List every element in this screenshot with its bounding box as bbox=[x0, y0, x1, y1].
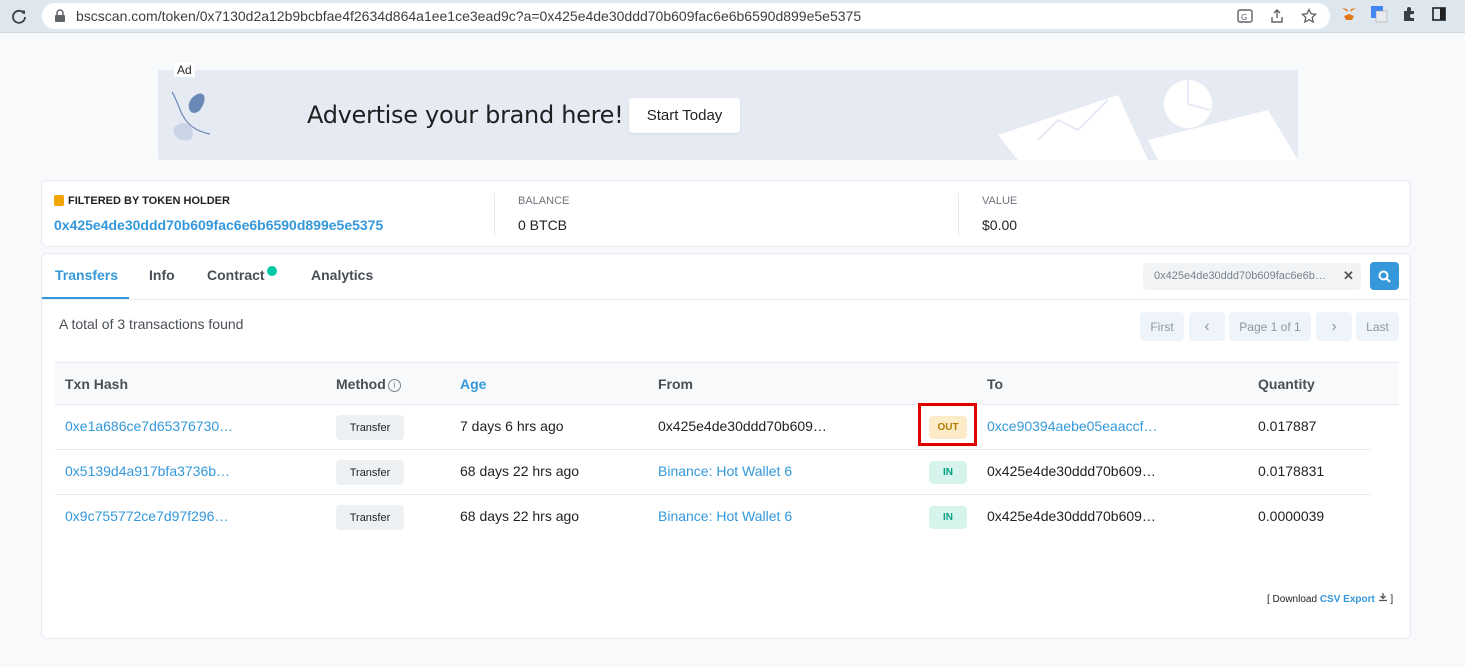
age-cell: 7 days 6 hrs ago bbox=[460, 418, 564, 434]
csv-suffix: ] bbox=[1390, 594, 1394, 605]
txn-hash-link[interactable]: 0x9c755772ce7d97f296… bbox=[65, 508, 228, 524]
csv-download: [ Download CSV Export ] bbox=[1267, 592, 1393, 605]
to-address-link[interactable]: 0xce90394aebe05eaaccf… bbox=[987, 418, 1157, 434]
quantity-cell: 0.0178831 bbox=[1258, 463, 1325, 479]
tab-bar: Transfers Info Contract Analytics 0x425e… bbox=[42, 254, 1410, 300]
method-badge: Transfer bbox=[336, 460, 404, 485]
from-address[interactable]: 0x425e4de30ddd70b609… bbox=[658, 418, 827, 434]
balance-label: BALANCE bbox=[518, 195, 570, 207]
tab-contract[interactable]: Contract bbox=[207, 266, 277, 283]
from-address-link[interactable]: Binance: Hot Wallet 6 bbox=[658, 508, 792, 524]
method-badge: Transfer bbox=[336, 505, 404, 530]
address-bar[interactable]: bscscan.com/token/0x7130d2a12b9bcbfae4f2… bbox=[42, 3, 1330, 29]
value-label: VALUE bbox=[982, 195, 1018, 207]
value-amount: $0.00 bbox=[982, 217, 1018, 233]
token-holder-summary: FILTERED BY TOKEN HOLDER 0x425e4de30ddd7… bbox=[41, 180, 1411, 247]
tab-contract-label: Contract bbox=[207, 267, 265, 283]
holder-address-link[interactable]: 0x425e4de30ddd70b609fac6e6b6590d899e5e53… bbox=[54, 217, 383, 233]
tab-transfers[interactable]: Transfers bbox=[55, 267, 118, 283]
start-today-button[interactable]: Start Today bbox=[629, 98, 740, 133]
download-icon bbox=[1378, 593, 1388, 605]
from-address-link[interactable]: Binance: Hot Wallet 6 bbox=[658, 463, 792, 479]
search-input-value: 0x425e4de30ddd70b609fac6e6b6590d899e5e53… bbox=[1154, 270, 1329, 282]
header-age[interactable]: Age bbox=[460, 376, 486, 392]
transfers-card: Transfers Info Contract Analytics 0x425e… bbox=[41, 253, 1411, 639]
table-row: 0xe1a686ce7d65376730… Transfer 7 days 6 … bbox=[55, 405, 1371, 450]
ad-headline: Advertise your brand here! bbox=[307, 101, 624, 129]
txn-hash-link[interactable]: 0x5139d4a917bfa3736b… bbox=[65, 463, 230, 479]
age-cell: 68 days 22 hrs ago bbox=[460, 463, 580, 479]
divider bbox=[494, 193, 495, 236]
filtered-by-label: FILTERED BY TOKEN HOLDER bbox=[68, 195, 230, 207]
pager-first-button[interactable]: First bbox=[1140, 312, 1184, 341]
extensions-puzzle-icon[interactable] bbox=[1400, 5, 1418, 23]
highlight-annotation-box bbox=[918, 403, 977, 446]
chart-illustration-icon bbox=[998, 80, 1298, 160]
translate-extension-icon[interactable] bbox=[1370, 5, 1388, 23]
age-cell: 68 days 22 hrs ago bbox=[460, 508, 580, 524]
leaf-decoration-icon bbox=[171, 91, 211, 141]
url-text: bscscan.com/token/0x7130d2a12b9bcbfae4f2… bbox=[76, 8, 862, 24]
header-from: From bbox=[658, 376, 693, 392]
to-address[interactable]: 0x425e4de30ddd70b609… bbox=[987, 508, 1156, 524]
search-icon bbox=[1378, 270, 1391, 283]
divider bbox=[958, 193, 959, 236]
header-method-label: Method bbox=[336, 376, 386, 392]
lock-icon bbox=[54, 9, 68, 23]
active-tab-indicator bbox=[42, 297, 129, 299]
quantity-cell: 0.0000039 bbox=[1258, 508, 1325, 524]
pager-prev-button[interactable]: ‹ bbox=[1189, 312, 1225, 341]
info-icon[interactable]: i bbox=[387, 378, 401, 392]
csv-export-link[interactable]: CSV Export bbox=[1320, 594, 1375, 605]
share-icon[interactable] bbox=[1268, 7, 1286, 25]
browser-toolbar: bscscan.com/token/0x7130d2a12b9bcbfae4f2… bbox=[0, 0, 1465, 33]
header-method: Method i bbox=[336, 376, 401, 392]
tab-analytics[interactable]: Analytics bbox=[311, 267, 373, 283]
pager-next-button[interactable]: › bbox=[1316, 312, 1352, 341]
to-address[interactable]: 0x425e4de30ddd70b609… bbox=[987, 463, 1156, 479]
balance-value: 0 BTCB bbox=[518, 217, 568, 233]
table-row: 0x9c755772ce7d97f296… Transfer 68 days 2… bbox=[55, 495, 1371, 540]
table-header: Txn Hash Method i Age From To Quantity bbox=[55, 362, 1399, 405]
table-row: 0x5139d4a917bfa3736b… Transfer 68 days 2… bbox=[55, 450, 1371, 495]
tab-info[interactable]: Info bbox=[149, 267, 175, 283]
direction-badge-in: IN bbox=[929, 506, 967, 529]
total-transactions-text: A total of 3 transactions found bbox=[59, 316, 244, 332]
svg-text:G: G bbox=[1241, 13, 1247, 22]
pager-page-indicator: Page 1 of 1 bbox=[1229, 312, 1311, 341]
reload-icon[interactable] bbox=[8, 6, 30, 28]
side-panel-icon[interactable] bbox=[1430, 5, 1448, 23]
header-quantity: Quantity bbox=[1258, 376, 1315, 392]
method-badge: Transfer bbox=[336, 415, 404, 440]
quantity-cell: 0.017887 bbox=[1258, 418, 1317, 434]
ad-badge: Ad bbox=[174, 63, 195, 77]
pager-last-button[interactable]: Last bbox=[1356, 312, 1399, 341]
clear-icon[interactable]: ✕ bbox=[1343, 268, 1354, 284]
header-to: To bbox=[987, 376, 1004, 392]
verified-check-icon bbox=[266, 266, 277, 276]
csv-prefix: [ Download bbox=[1267, 594, 1318, 605]
metamask-extension-icon[interactable] bbox=[1340, 5, 1358, 23]
txn-hash-link[interactable]: 0xe1a686ce7d65376730… bbox=[65, 418, 233, 434]
address-search-input[interactable]: 0x425e4de30ddd70b609fac6e6b6590d899e5e53… bbox=[1143, 263, 1361, 290]
user-icon bbox=[54, 195, 64, 206]
bookmark-star-icon[interactable] bbox=[1300, 7, 1318, 25]
search-button[interactable] bbox=[1370, 262, 1399, 290]
direction-badge-in: IN bbox=[929, 461, 967, 484]
ad-banner[interactable]: Advertise your brand here! Start Today bbox=[158, 70, 1298, 160]
header-txn-hash: Txn Hash bbox=[65, 376, 129, 392]
translate-icon[interactable]: G bbox=[1236, 7, 1254, 25]
